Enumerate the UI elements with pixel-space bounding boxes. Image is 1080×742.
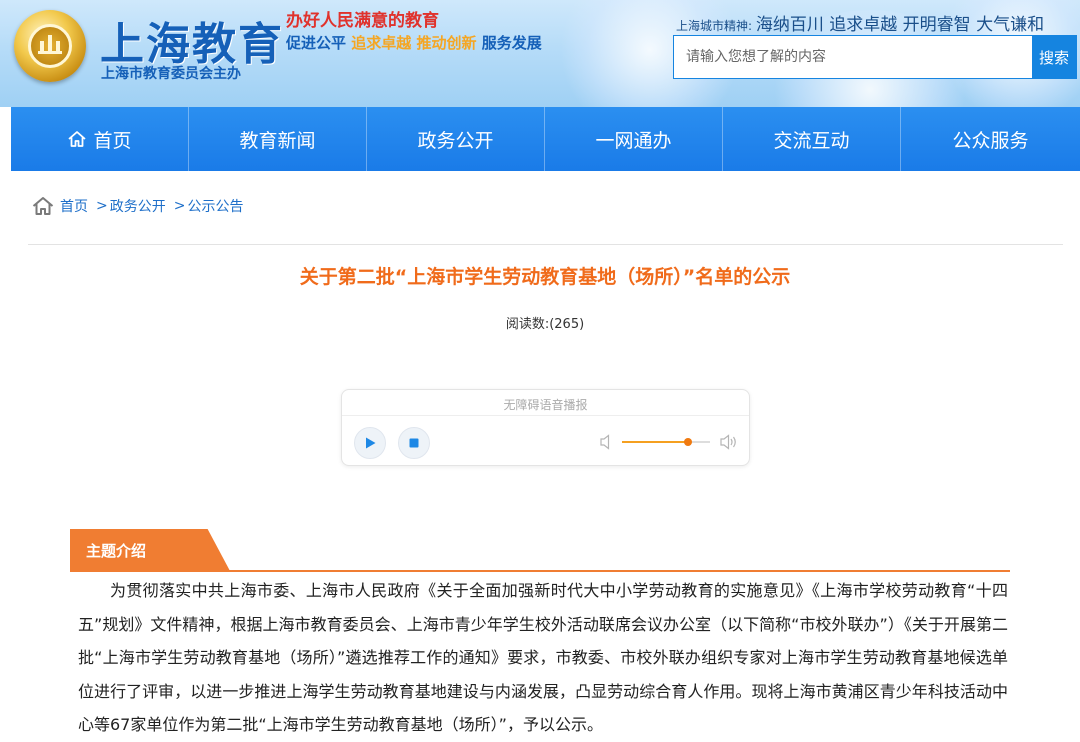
read-count: 阅读数:(265) xyxy=(505,317,585,332)
divider xyxy=(28,244,1063,245)
nav-label: 政务公开 xyxy=(417,129,494,152)
home-icon xyxy=(68,131,87,147)
play-icon xyxy=(366,437,376,449)
stop-icon xyxy=(409,438,419,448)
nav-item-education-news[interactable]: 教育新闻 xyxy=(189,107,367,171)
audio-player: 无障碍语音播报 xyxy=(341,389,750,466)
article-body: 为贯彻落实中共上海市委、上海市人民政府《关于全面加强新时代大中小学劳动教育的实施… xyxy=(78,581,1008,734)
topic-underline xyxy=(70,570,1010,572)
site-subtitle: 上海市教育委员会主办 xyxy=(101,66,241,82)
nav-label: 交流互动 xyxy=(773,129,850,152)
player-title: 无障碍语音播报 xyxy=(503,398,588,412)
volume-low-icon[interactable] xyxy=(600,434,612,450)
nav-label: 公众服务 xyxy=(952,129,1029,152)
breadcrumb-separator: > xyxy=(96,198,108,214)
nav-item-government-affairs[interactable]: 政务公开 xyxy=(367,107,545,171)
main-nav: 首页 教育新闻 政务公开 一网通办 交流互动 公众服务 xyxy=(11,107,1080,171)
volume-fill xyxy=(622,441,688,443)
volume-high-icon[interactable] xyxy=(720,434,738,450)
breadcrumb-government-affairs[interactable]: 政务公开 xyxy=(110,196,166,216)
site-logo-emblem[interactable] xyxy=(14,10,86,82)
nav-label: 教育新闻 xyxy=(239,129,316,152)
search-button[interactable]: 搜索 xyxy=(1032,36,1076,78)
volume-slider[interactable] xyxy=(622,438,710,446)
breadcrumb-home[interactable]: 首页 xyxy=(60,196,88,216)
nav-item-interaction[interactable]: 交流互动 xyxy=(723,107,901,171)
nav-label: 首页 xyxy=(93,129,132,152)
breadcrumb-announcements[interactable]: 公示公告 xyxy=(187,196,243,216)
home-outline-icon xyxy=(32,197,54,215)
search-box: 搜索 xyxy=(673,35,1077,79)
play-button[interactable] xyxy=(354,427,386,459)
volume-handle[interactable] xyxy=(684,438,692,446)
article-title: 关于第二批“上海市学生劳动教育基地（场所）”名单的公示 xyxy=(299,266,791,288)
nav-item-home[interactable]: 首页 xyxy=(11,107,189,171)
nav-label: 一网通办 xyxy=(595,129,672,152)
slogan-line2: 促进公平 追求卓越 推动创新 服务发展 xyxy=(286,34,542,52)
nav-item-public-service[interactable]: 公众服务 xyxy=(901,107,1080,171)
search-input[interactable] xyxy=(674,36,1032,78)
nav-item-one-stop-service[interactable]: 一网通办 xyxy=(545,107,723,171)
slogan-line1: 办好人民满意的教育 xyxy=(286,11,439,31)
breadcrumb-separator: > xyxy=(173,198,186,214)
stop-button[interactable] xyxy=(398,427,430,459)
site-header: 上海教育 上海市教育委员会主办 办好人民满意的教育 促进公平 追求卓越 推动创新… xyxy=(0,0,1080,107)
player-divider xyxy=(342,415,749,416)
breadcrumb: 首页 > 政务公开 > 公示公告 xyxy=(32,196,243,216)
topic-tag: 主题介绍 xyxy=(70,529,230,571)
city-spirit: 上海城市精神: 海纳百川 追求卓越 开明睿智 大气谦和 xyxy=(676,15,1045,35)
